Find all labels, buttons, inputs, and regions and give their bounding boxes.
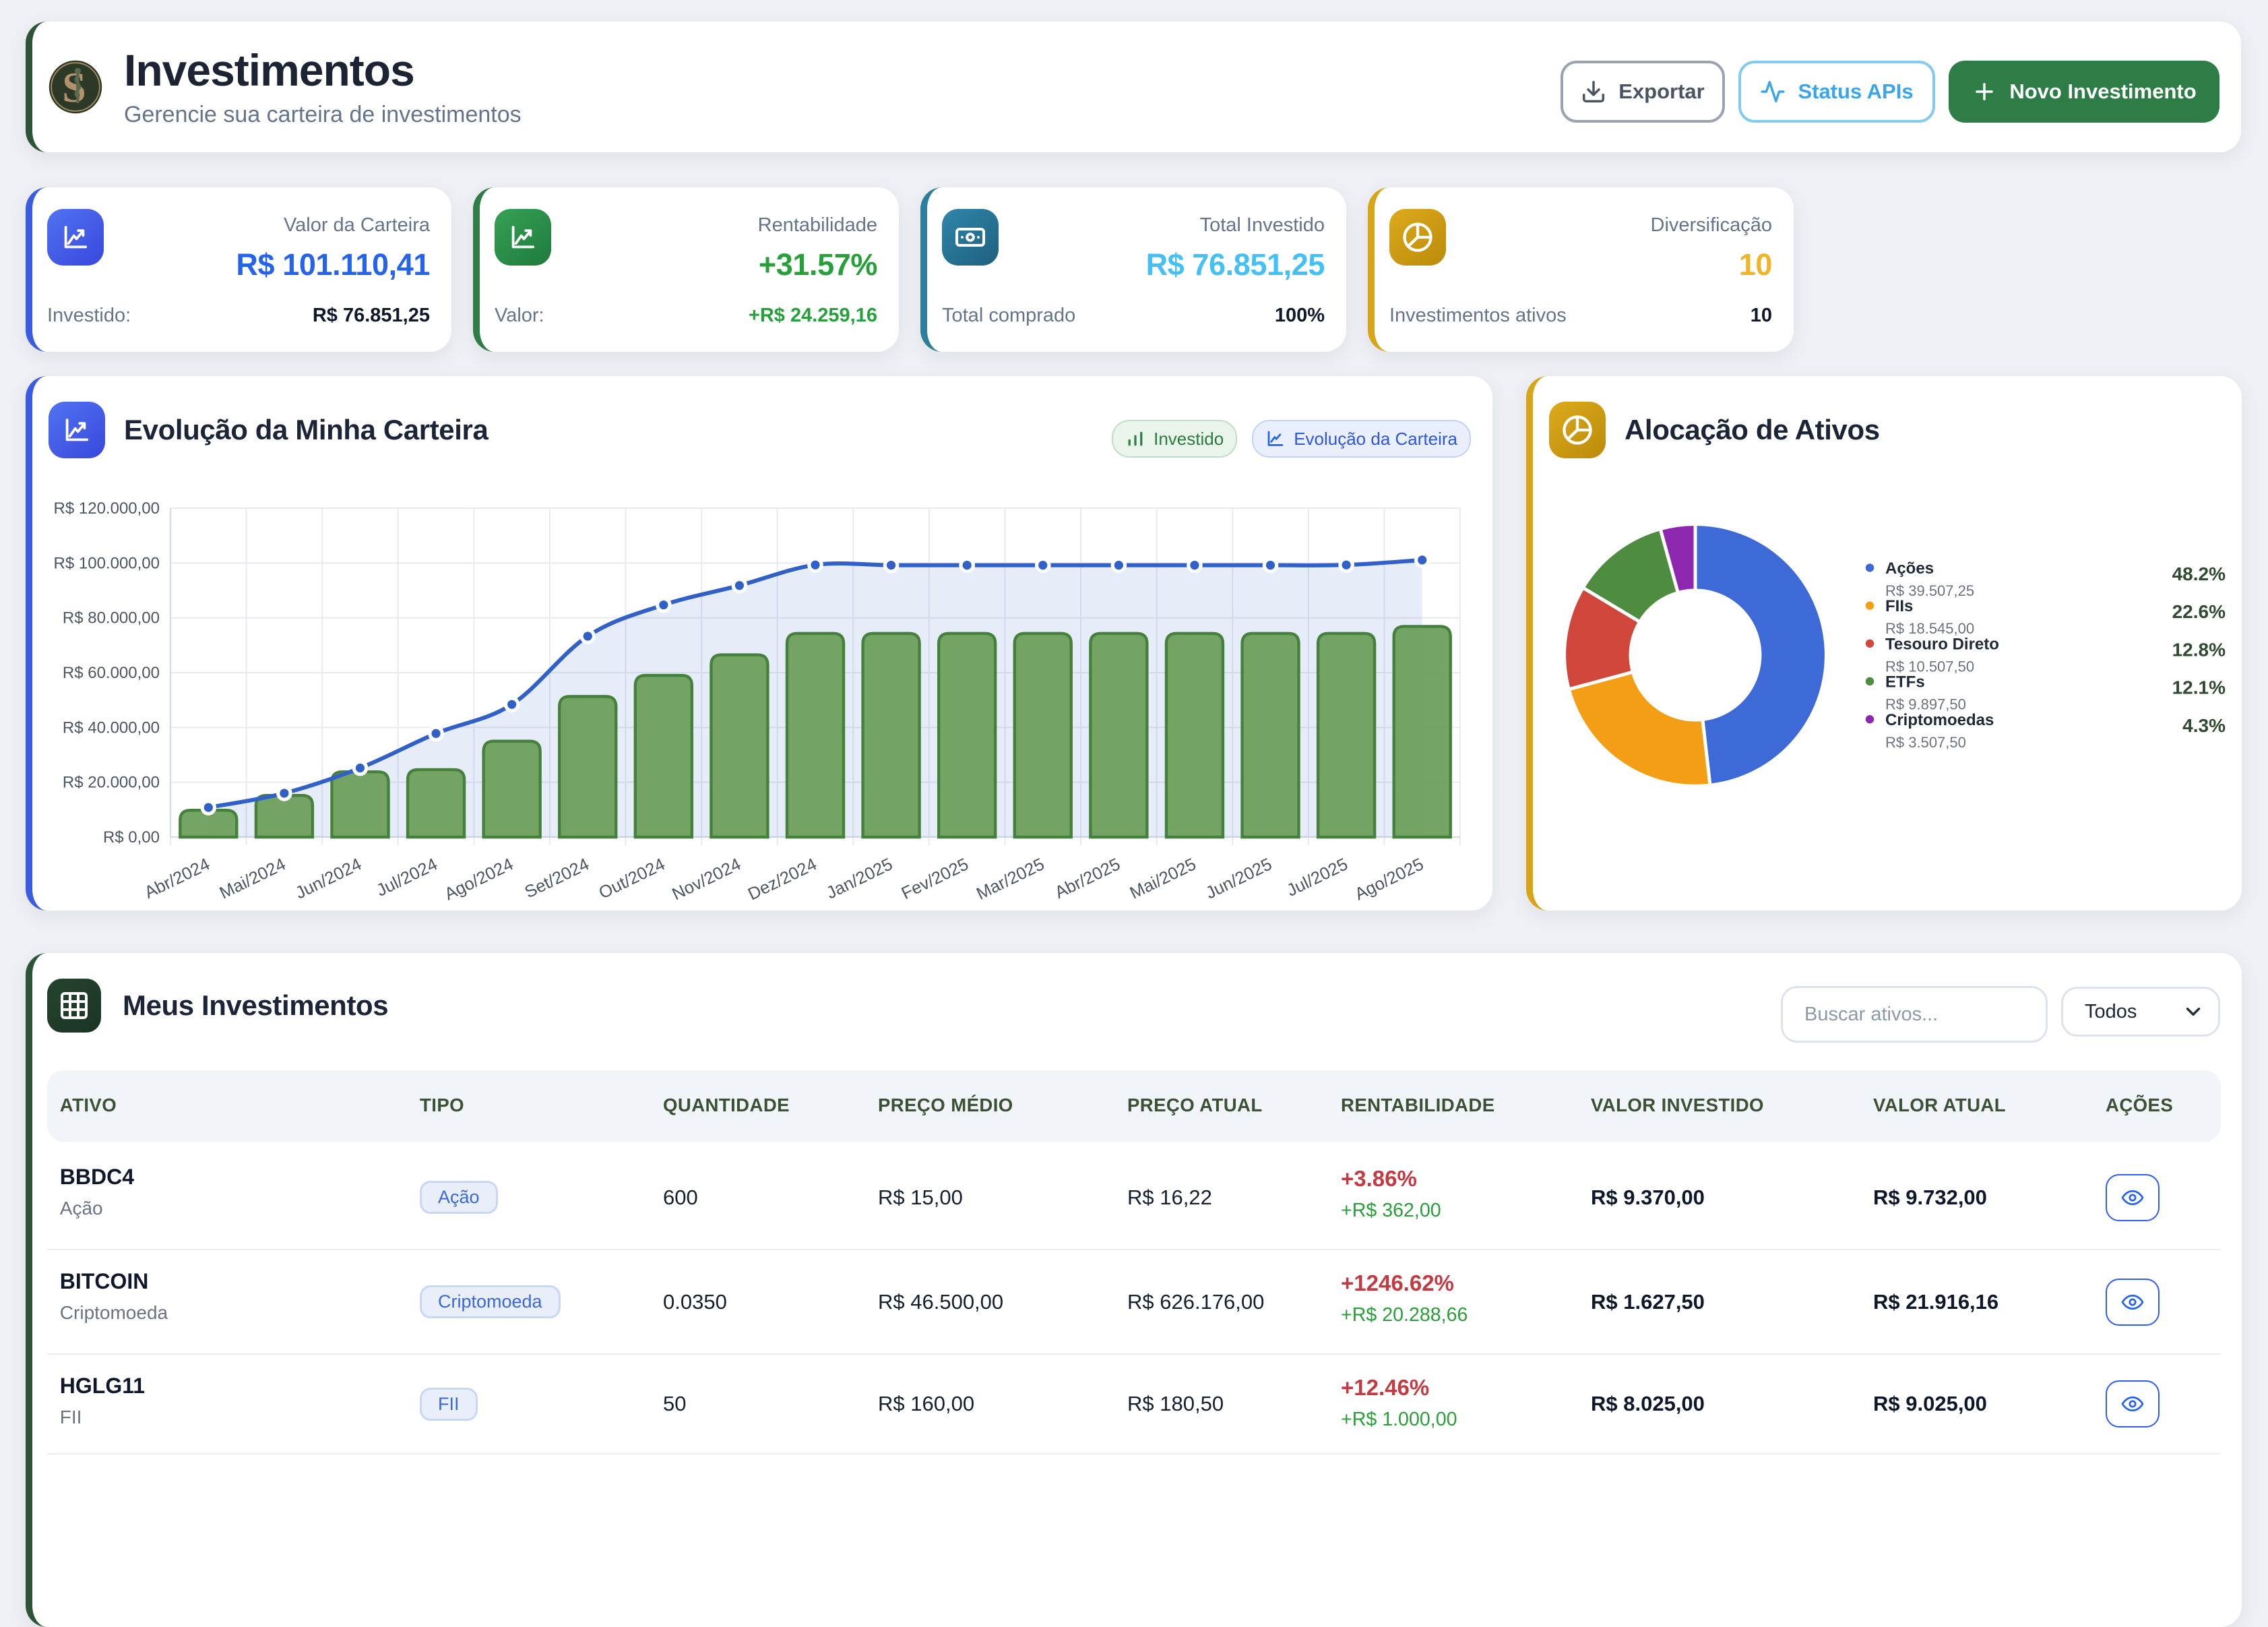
svg-text:Set/2024: Set/2024	[522, 855, 592, 902]
svg-text:Dez/2024: Dez/2024	[745, 855, 820, 904]
svg-text:22.6%: 22.6%	[2172, 601, 2226, 622]
svg-text:Mai/2024: Mai/2024	[217, 855, 289, 902]
svg-text:R$ 40.000,00: R$ 40.000,00	[63, 718, 160, 737]
svg-text:R$ 80.000,00: R$ 80.000,00	[63, 609, 160, 627]
svg-text:R$ 60.000,00: R$ 60.000,00	[63, 664, 160, 682]
svg-text:Fev/2025: Fev/2025	[899, 855, 972, 903]
svg-text:Tesouro Direto: Tesouro Direto	[1885, 635, 1999, 653]
svg-text:Ações: Ações	[1885, 559, 1934, 578]
svg-text:Jan/2025: Jan/2025	[823, 855, 895, 902]
svg-text:FIIs: FIIs	[1885, 597, 1913, 615]
svg-text:R$ 120.000,00: R$ 120.000,00	[54, 499, 160, 518]
svg-text:Jul/2025: Jul/2025	[1284, 855, 1351, 900]
svg-text:Criptomoedas: Criptomoedas	[1885, 711, 1994, 729]
svg-text:Abr/2025: Abr/2025	[1052, 855, 1123, 902]
svg-text:Mar/2025: Mar/2025	[974, 855, 1047, 904]
svg-text:ETFs: ETFs	[1885, 673, 1925, 692]
svg-text:Ago/2024: Ago/2024	[441, 855, 516, 904]
svg-text:R$ 0,00: R$ 0,00	[103, 828, 160, 847]
svg-text:Nov/2024: Nov/2024	[669, 855, 744, 904]
svg-text:Out/2024: Out/2024	[596, 855, 668, 902]
svg-text:Ago/2025: Ago/2025	[1352, 855, 1427, 904]
svg-text:R$ 3.507,50: R$ 3.507,50	[1885, 734, 1966, 751]
svg-text:12.1%: 12.1%	[2172, 677, 2226, 698]
svg-text:Jun/2025: Jun/2025	[1203, 855, 1275, 902]
svg-text:R$ 20.000,00: R$ 20.000,00	[63, 774, 160, 792]
svg-text:Jul/2024: Jul/2024	[373, 855, 440, 900]
svg-text:R$ 100.000,00: R$ 100.000,00	[54, 554, 160, 572]
svg-text:Jun/2024: Jun/2024	[292, 855, 365, 902]
svg-text:4.3%: 4.3%	[2182, 715, 2226, 736]
svg-text:12.8%: 12.8%	[2172, 639, 2226, 660]
svg-text:S: S	[62, 63, 86, 111]
svg-text:Abr/2024: Abr/2024	[141, 855, 213, 902]
svg-text:48.2%: 48.2%	[2172, 563, 2226, 584]
svg-text:Mai/2025: Mai/2025	[1127, 855, 1199, 902]
